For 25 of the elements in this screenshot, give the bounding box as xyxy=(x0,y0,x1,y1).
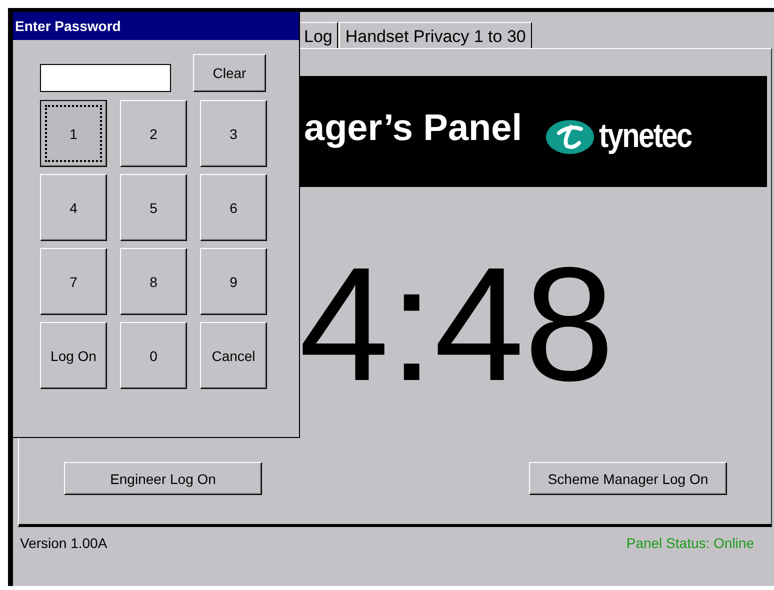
keypad-key[interactable]: 4 xyxy=(40,174,107,241)
keypad-key[interactable]: 0 xyxy=(120,322,187,389)
logo-text: tynetec xyxy=(599,117,693,156)
keypad-key[interactable]: Cancel xyxy=(200,322,267,389)
keypad-key[interactable]: 3 xyxy=(200,100,267,167)
keypad-key[interactable]: 1 xyxy=(40,100,107,167)
clear-button[interactable]: Clear xyxy=(193,54,266,92)
password-field[interactable] xyxy=(40,64,171,92)
keypad-key[interactable]: 7 xyxy=(40,248,107,315)
log-on-button[interactable]: Scheme Manager Log On xyxy=(529,462,727,495)
keypad-key[interactable]: 5 xyxy=(120,174,187,241)
clock-time: 4:48 xyxy=(299,244,614,406)
keypad-key[interactable]: 8 xyxy=(120,248,187,315)
tab[interactable]: Handset Privacy 1 to 30 xyxy=(339,22,532,48)
banner-title: ager’s Panel xyxy=(304,106,524,148)
log-on-button[interactable]: Engineer Log On xyxy=(64,462,262,495)
dialog-title: Enter Password xyxy=(13,12,299,40)
tab[interactable]: Log xyxy=(298,22,338,48)
version-text: Version 1.00A xyxy=(20,535,108,551)
keypad-key[interactable]: 9 xyxy=(200,248,267,315)
keypad-key[interactable]: Log On xyxy=(40,322,107,389)
panel-status: Panel Status: Online xyxy=(626,535,754,551)
logo-icon xyxy=(545,118,595,154)
keypad-key[interactable]: 2 xyxy=(120,100,187,167)
keypad-key[interactable]: 6 xyxy=(200,174,267,241)
